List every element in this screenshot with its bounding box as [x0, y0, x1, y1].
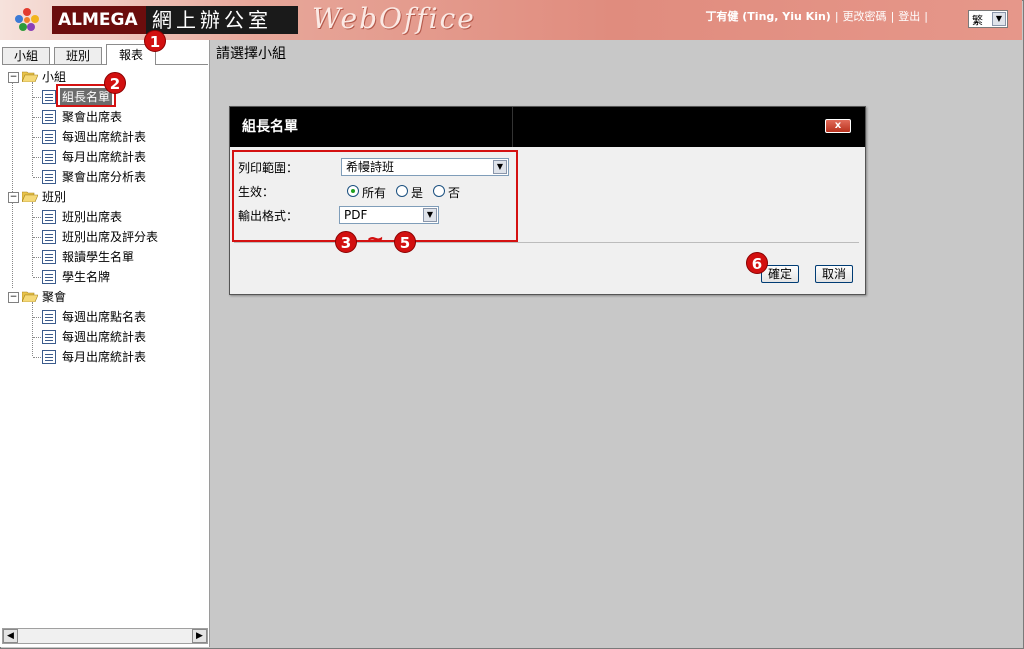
- language-value: 繁: [972, 14, 983, 27]
- cancel-button[interactable]: 取消: [815, 265, 853, 283]
- step-badge-6: 6: [746, 252, 768, 274]
- collapse-icon[interactable]: −: [8, 292, 19, 303]
- tree-item-label: 學生名牌: [62, 270, 111, 284]
- title-divider: [512, 107, 513, 147]
- change-password-link[interactable]: 更改密碼: [843, 10, 887, 23]
- step-badge-3: 3: [335, 231, 357, 253]
- page-title: 請選擇小組: [216, 46, 286, 62]
- dialog-title-bar: 組長名單 x: [230, 107, 865, 147]
- tree-item-label: 每月出席統計表: [62, 150, 147, 164]
- step-badge-5: 5: [394, 231, 416, 253]
- report-icon: [42, 170, 56, 184]
- report-icon: [42, 330, 56, 344]
- user-name: 丁有健 (Ting, Yiu Kin): [705, 10, 831, 23]
- report-icon: [42, 230, 56, 244]
- tab-group[interactable]: 小組: [2, 47, 50, 64]
- folder-open-icon: [22, 191, 38, 202]
- logo-icon: [15, 8, 39, 31]
- chevron-down-icon: ▼: [992, 12, 1006, 26]
- brand-logo: ALMEGA: [52, 6, 150, 34]
- step-badge-1: 1: [144, 30, 166, 52]
- left-panel: 小組 班別 報表 − 小組 組長名單 聚會出席表 每週出席統計表 每月出席統計表…: [0, 40, 210, 647]
- tree-item-label: 每週出席統計表: [62, 330, 147, 344]
- language-select[interactable]: 繁 ▼: [968, 10, 1008, 28]
- tree-item-label: 班別出席及評分表: [62, 230, 159, 244]
- tree-group-label: 班別: [42, 190, 67, 204]
- report-icon: [42, 90, 56, 104]
- tree-item-label: 聚會出席表: [62, 110, 123, 124]
- logout-link[interactable]: 登出: [898, 10, 920, 23]
- close-button[interactable]: x: [825, 119, 851, 133]
- tab-class[interactable]: 班別: [54, 47, 102, 64]
- dialog-divider: [234, 242, 859, 243]
- tree-item-label: 每週出席點名表: [62, 310, 147, 324]
- collapse-icon[interactable]: −: [8, 192, 19, 203]
- user-links: 丁有健 (Ting, Yiu Kin) | 更改密碼 | 登出 |: [705, 10, 928, 23]
- brand-chinese-name: 網上辦公室: [146, 6, 298, 34]
- report-icon: [42, 110, 56, 124]
- collapse-icon[interactable]: −: [8, 72, 19, 83]
- tree-line: [32, 302, 33, 356]
- tree-item-label: 報讀學生名單: [62, 250, 135, 264]
- tree-line: [12, 82, 13, 288]
- tree-item-label: 每月出席統計表: [62, 350, 147, 364]
- horizontal-scrollbar[interactable]: ◀ ▶: [2, 628, 208, 644]
- folder-open-icon: [22, 71, 38, 82]
- scroll-right-icon[interactable]: ▶: [192, 629, 207, 643]
- dialog-title: 組長名單: [242, 119, 298, 135]
- tree-group-label: 聚會: [42, 290, 67, 304]
- step-badge-2: 2: [104, 72, 126, 94]
- tree-item-label: 聚會出席分析表: [62, 170, 147, 184]
- tree-item-label: 每週出席統計表: [62, 130, 147, 144]
- report-icon: [42, 130, 56, 144]
- product-name: WebOffice: [312, 2, 476, 35]
- report-icon: [42, 350, 56, 364]
- folder-open-icon: [22, 291, 38, 302]
- report-icon: [42, 210, 56, 224]
- tab-bar: 小組 班別 報表: [2, 44, 208, 65]
- report-icon: [42, 150, 56, 164]
- report-icon: [42, 310, 56, 324]
- report-icon: [42, 270, 56, 284]
- tree-item-label: 班別出席表: [62, 210, 123, 224]
- scroll-left-icon[interactable]: ◀: [3, 629, 18, 643]
- report-icon: [42, 250, 56, 264]
- tree-line: [32, 202, 33, 276]
- step-range-tilde: ~: [366, 227, 385, 252]
